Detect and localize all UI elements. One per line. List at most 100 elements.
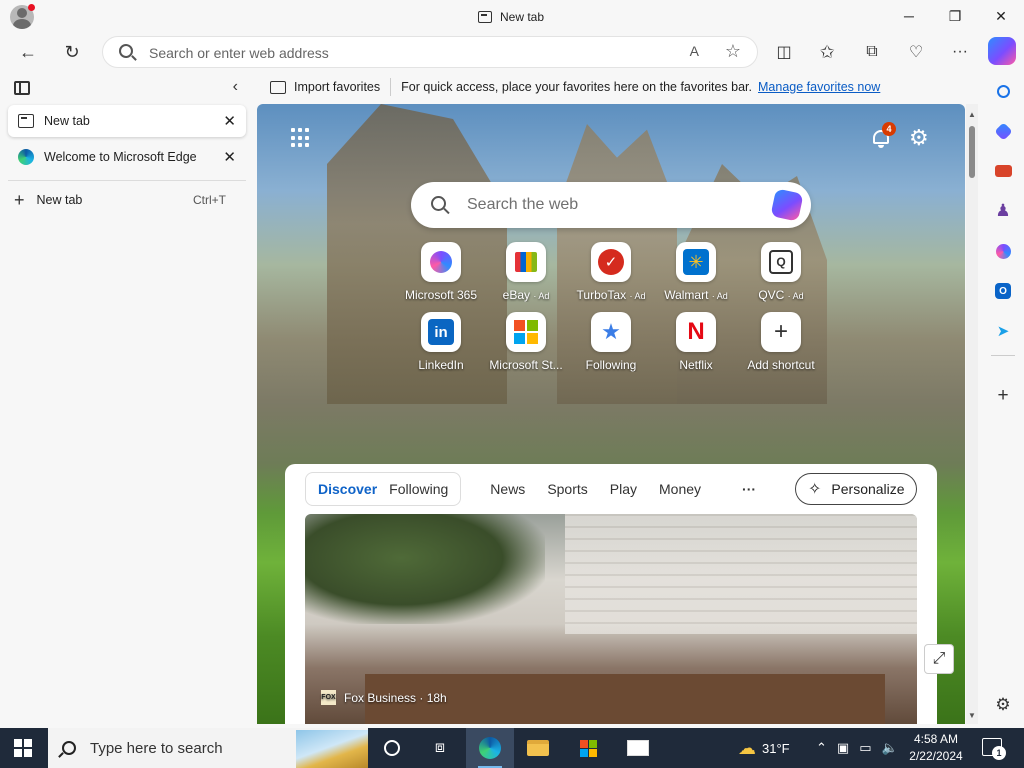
article-source: FOX Fox Business · 18h	[321, 690, 447, 705]
shortcut-label: eBay	[502, 288, 530, 302]
manage-favorites-link[interactable]: Manage favorites now	[758, 80, 880, 94]
shortcut-microsoft-store[interactable]: Microsoft St...	[478, 312, 574, 372]
ad-label: · Ad	[629, 291, 646, 301]
sidebar-drop-send-icon[interactable]: ➤	[991, 319, 1015, 343]
network-icon[interactable]: ▭	[859, 740, 871, 756]
maximize-button[interactable]: ❐	[932, 0, 978, 32]
shortcut-turbotax[interactable]: ✓ TurboTax · Ad	[563, 242, 659, 302]
taskbar-search-placeholder: Type here to search	[90, 739, 223, 757]
shortcut-walmart[interactable]: ✳ Walmart · Ad	[648, 242, 744, 302]
mail-envelope-icon[interactable]	[614, 728, 662, 768]
sidebar-microsoft-365-icon[interactable]	[991, 239, 1015, 263]
tab-actions-icon[interactable]	[14, 81, 30, 95]
profile-alert-dot	[28, 4, 35, 11]
weather-widget[interactable]: ☁ 31°F	[738, 728, 790, 768]
taskbar-search-box[interactable]: Type here to search	[48, 728, 368, 768]
task-view-icon[interactable]: ⧈	[416, 728, 464, 768]
tab-following[interactable]: Following	[383, 481, 454, 497]
qvc-logo-icon: Q	[761, 242, 801, 282]
vertical-tab-welcome[interactable]: Welcome to Microsoft Edge ✕	[8, 141, 246, 173]
settings-more-button[interactable]: ···	[945, 37, 975, 67]
shortcut-netflix[interactable]: N Netflix	[648, 312, 744, 372]
new-tab-label: New tab	[36, 193, 83, 207]
web-search-box[interactable]	[411, 182, 811, 228]
personalize-label: Personalize	[831, 481, 905, 497]
address-bar[interactable]: A ☆	[102, 36, 758, 68]
volume-muted-icon[interactable]: 🔈	[882, 740, 898, 756]
add-favorite-star-icon[interactable]: ☆	[725, 41, 741, 62]
shortcut-following[interactable]: ★ Following	[563, 312, 659, 372]
fox-business-logo-icon: FOX	[321, 690, 336, 705]
action-center-badge: 1	[992, 746, 1006, 760]
title-bar: New tab ─ ❐ ✕	[0, 0, 1024, 33]
clock-time: 4:58 AM	[913, 732, 959, 746]
copilot-icon[interactable]	[988, 37, 1016, 65]
refresh-button[interactable]: ↻	[57, 37, 87, 67]
close-tab-icon[interactable]: ✕	[223, 148, 236, 166]
notification-count-badge: 4	[882, 122, 896, 136]
tab-play[interactable]: Play	[599, 481, 648, 497]
expand-feed-icon[interactable]: ⤢	[924, 644, 954, 674]
vertical-tab-new-tab[interactable]: New tab ✕	[8, 105, 246, 137]
feed-pill-group: Discover Following	[305, 472, 462, 506]
shortcut-label: LinkedIn	[418, 358, 464, 372]
shortcut-linkedin[interactable]: in LinkedIn	[393, 312, 489, 372]
taskbar-clock[interactable]: 4:58 AM 2/22/2024	[906, 731, 966, 765]
cortana-circle-icon[interactable]	[368, 728, 416, 768]
divider	[991, 355, 1015, 356]
edge-taskbar-icon[interactable]	[466, 728, 514, 768]
shortcut-ebay[interactable]: eBay · Ad	[478, 242, 574, 302]
new-tab-button[interactable]: + New tab Ctrl+T	[14, 189, 236, 211]
divider	[8, 180, 246, 181]
page-scrollbar[interactable]: ▲ ▼	[966, 104, 978, 724]
browser-essentials-button[interactable]: ♡	[901, 37, 931, 67]
sidebar-tools-briefcase-icon[interactable]	[991, 159, 1015, 183]
split-screen-button[interactable]: ◫	[769, 37, 799, 67]
sidebar-add-icon[interactable]: +	[991, 384, 1015, 408]
windows-start-icon[interactable]	[14, 739, 32, 757]
collapse-pane-chevron-icon[interactable]: ‹	[233, 78, 238, 96]
close-tab-icon[interactable]: ✕	[223, 112, 236, 130]
window-title-text: New tab	[500, 10, 545, 24]
favorites-button[interactable]: ✩	[812, 37, 842, 67]
shortcut-add[interactable]: + Add shortcut	[733, 312, 829, 372]
sidebar-settings-gear-icon[interactable]: ⚙	[991, 693, 1015, 717]
web-search-input[interactable]	[467, 195, 747, 215]
shortcut-qvc[interactable]: Q QVC · Ad	[733, 242, 829, 302]
news-feed: Discover Following News Sports Play Mone…	[285, 464, 937, 724]
sidebar-games-icon[interactable]: ♟	[991, 199, 1015, 223]
microsoft-store-taskbar-icon[interactable]	[564, 728, 612, 768]
show-hidden-icons-chevron-icon[interactable]: ⌃	[816, 740, 827, 756]
address-input[interactable]	[149, 43, 669, 63]
hero-article-card[interactable]: FOX Fox Business · 18h	[305, 514, 917, 724]
tab-discover[interactable]: Discover	[312, 481, 383, 497]
scrollbar-thumb[interactable]	[969, 126, 975, 178]
shortcut-microsoft-365[interactable]: Microsoft 365	[393, 242, 489, 302]
tab-money[interactable]: Money	[648, 481, 712, 497]
feed-more-button[interactable]: ···	[742, 481, 756, 497]
scroll-up-arrow-icon[interactable]: ▲	[968, 110, 976, 119]
windows-taskbar: Type here to search ⧈ ☁ 31°F ⌃ ▣ ▭ 🔈 4:5…	[0, 728, 1024, 768]
tab-news[interactable]: News	[479, 481, 536, 497]
scroll-down-arrow-icon[interactable]: ▼	[968, 711, 976, 720]
collections-button[interactable]: ⧉	[857, 37, 887, 67]
close-window-button[interactable]: ✕	[978, 0, 1024, 32]
file-explorer-folder-icon[interactable]	[514, 728, 562, 768]
page-settings-gear-icon[interactable]: ⚙	[909, 125, 929, 151]
tab-sports[interactable]: Sports	[536, 481, 598, 497]
clock-date: 2/22/2024	[909, 749, 963, 763]
import-favorites-button[interactable]: Import favorites	[294, 80, 380, 94]
back-button[interactable]: ←	[13, 37, 43, 67]
meet-now-icon[interactable]: ▣	[837, 740, 849, 756]
weather-sun-cloud-icon: ☁	[738, 737, 756, 758]
minimize-button[interactable]: ─	[886, 0, 932, 32]
sidebar-search-icon[interactable]	[991, 79, 1015, 103]
shortcut-label: QVC	[758, 288, 785, 302]
sidebar-outlook-icon[interactable]: O	[991, 279, 1015, 303]
vertical-tabs-pane: ‹ New tab ✕ Welcome to Microsoft Edge ✕ …	[0, 71, 256, 728]
copilot-icon[interactable]	[770, 188, 804, 222]
sidebar-shopping-tag-icon[interactable]	[991, 119, 1015, 143]
apps-grid-icon[interactable]	[291, 128, 311, 148]
read-aloud-icon[interactable]: A	[690, 43, 699, 59]
personalize-button[interactable]: ✧ Personalize	[795, 473, 917, 505]
